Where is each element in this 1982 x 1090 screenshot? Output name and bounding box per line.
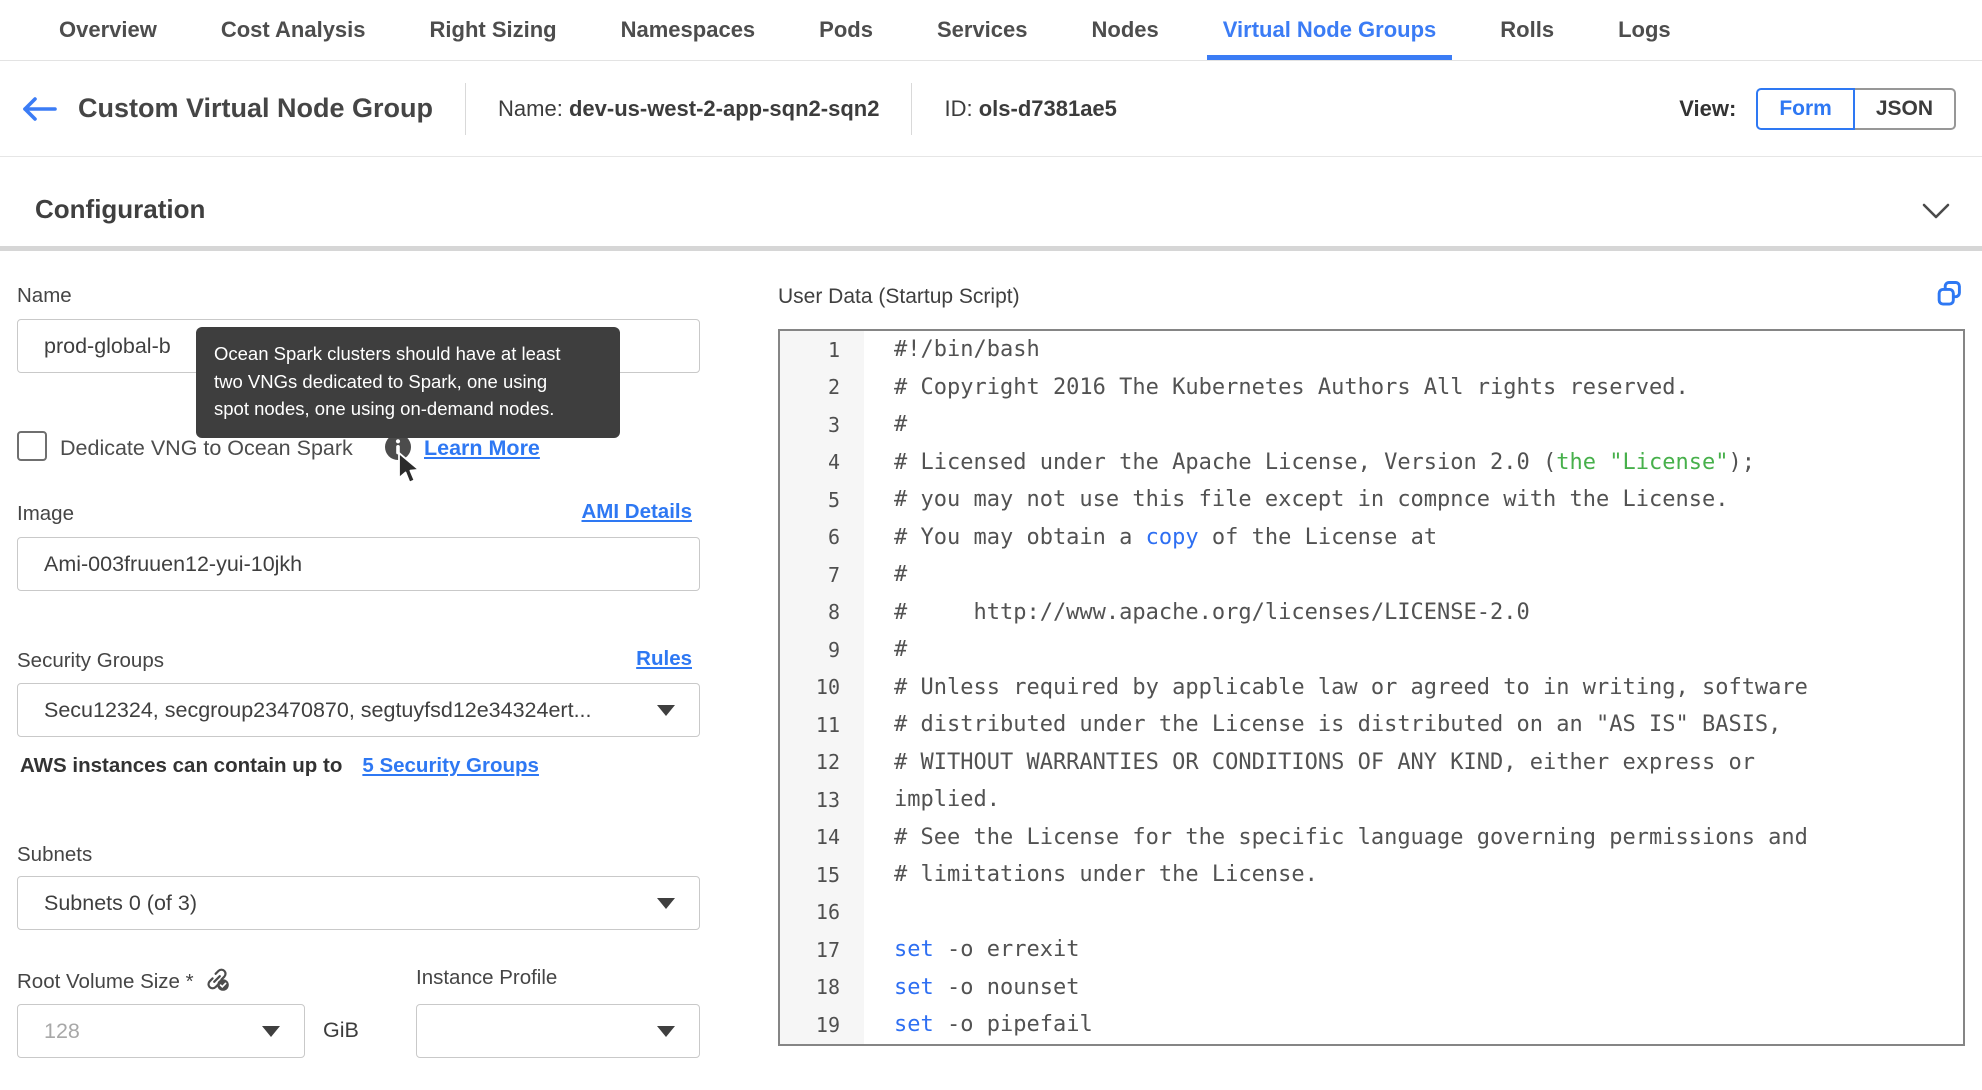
root-volume-unit: GiB	[323, 1018, 359, 1042]
code-text: # See the License for the specific langu…	[894, 824, 1808, 850]
security-groups-value: Secu12324, secgroup23470870, segtuyfsd12…	[44, 697, 592, 722]
code-line: 5 # you may not use this file except in c…	[780, 481, 1963, 519]
line-number: 17	[780, 931, 864, 969]
root-volume-label-row: Root Volume Size *	[17, 966, 230, 997]
instance-profile-select[interactable]	[416, 1004, 700, 1058]
instance-profile-label: Instance Profile	[416, 966, 558, 989]
code-line: 15 # limitations under the License.	[780, 856, 1963, 894]
line-number: 4	[780, 443, 864, 481]
code-line: 7 #	[780, 556, 1963, 594]
caret-down-icon	[657, 1025, 675, 1037]
image-label: Image	[17, 502, 74, 525]
line-number: 8	[780, 593, 864, 631]
line-number: 7	[780, 556, 864, 594]
code-line: 11 # distributed under the License is dis…	[780, 706, 1963, 744]
code-text: #!/bin/bash	[894, 337, 1040, 363]
line-number: 12	[780, 743, 864, 781]
line-number: 3	[780, 406, 864, 444]
line-number: 19	[780, 1006, 864, 1044]
code-line: 8 # http://www.apache.org/licenses/LICENS…	[780, 593, 1963, 631]
code-line: 3 #	[780, 406, 1963, 444]
virtual-node-group-page: Overview Cost Analysis Right Sizing Namespa…	[0, 0, 1982, 1090]
line-number: 9	[780, 631, 864, 669]
ocean-spark-tooltip: Ocean Spark clusters should have at leas…	[196, 327, 620, 438]
code-lines: 1 #!/bin/bash 2 # Copyright 2016 The Kubern…	[780, 331, 1963, 1044]
code-line: 18 set -o nounset	[780, 968, 1963, 1006]
code-text: # http://www.apache.org/licenses/LICENSE…	[894, 599, 1530, 625]
code-line: 16	[780, 893, 1963, 931]
code-line: 17 set -o errexit	[780, 931, 1963, 969]
line-number: 5	[780, 481, 864, 519]
learn-more-link[interactable]: Learn More	[424, 436, 540, 461]
code-line: 2 # Copyright 2016 The Kubernetes Authors…	[780, 368, 1963, 406]
caret-down-icon	[262, 1025, 280, 1037]
line-number: 6	[780, 518, 864, 556]
root-volume-label: Root Volume Size *	[17, 969, 194, 993]
code-line: 19 set -o pipefail	[780, 1006, 1963, 1044]
code-text: # distributed under the License is distr…	[894, 712, 1782, 738]
user-data-editor[interactable]: 1 #!/bin/bash 2 # Copyright 2016 The Kubern…	[778, 329, 1965, 1046]
code-line: 12 # WITHOUT WARRANTIES OR CONDITIONS OF …	[780, 743, 1963, 781]
security-groups-note-text: AWS instances can contain up to	[20, 754, 343, 777]
subnets-select[interactable]: Subnets 0 (of 3)	[17, 876, 700, 930]
code-text: #	[894, 637, 908, 663]
code-text: # limitations under the License.	[894, 862, 1318, 888]
code-text: # Unless required by applicable law or a…	[894, 674, 1808, 700]
line-number: 1	[780, 331, 864, 369]
subnets-value: Subnets 0 (of 3)	[44, 890, 197, 915]
line-number: 11	[780, 706, 864, 744]
security-groups-select[interactable]: Secu12324, secgroup23470870, segtuyfsd12…	[17, 683, 700, 737]
root-volume-size-select[interactable]: 128	[17, 1004, 305, 1058]
link-check-icon	[204, 966, 230, 997]
ami-details-link[interactable]: AMI Details	[582, 500, 693, 524]
user-data-panel: User Data (Startup Script) 1 #!/bin/bash 2…	[778, 0, 1965, 1090]
code-line: 1 #!/bin/bash	[780, 331, 1963, 369]
line-number: 13	[780, 781, 864, 819]
code-text: # Licensed under the Apache License, Ver…	[894, 449, 1755, 475]
copy-icon	[1937, 281, 1961, 306]
copy-button[interactable]	[1936, 280, 1963, 312]
line-number: 15	[780, 856, 864, 894]
tooltip-text: Ocean Spark clusters should have at leas…	[214, 343, 561, 419]
code-text: # Copyright 2016 The Kubernetes Authors …	[894, 374, 1689, 400]
code-line: 4 # Licensed under the Apache License, Ve…	[780, 443, 1963, 481]
rules-link[interactable]: Rules	[636, 647, 692, 671]
user-data-label: User Data (Startup Script)	[778, 285, 1020, 308]
security-groups-note: AWS instances can contain up to 5 Securi…	[20, 754, 539, 778]
subnets-label: Subnets	[17, 843, 93, 866]
code-text: # you may not use this file except in co…	[894, 487, 1729, 513]
info-icon[interactable]	[384, 433, 412, 466]
code-line: 9 #	[780, 631, 1963, 669]
code-line: 14 # See the License for the specific lan…	[780, 818, 1963, 856]
configuration-form: Name Ocean Spark clusters should have at…	[17, 0, 700, 1090]
dedicate-vng-checkbox[interactable]	[17, 431, 47, 461]
code-text: # You may obtain a copy of the License a…	[894, 524, 1438, 550]
caret-down-icon	[657, 704, 675, 716]
security-groups-label: Security Groups	[17, 649, 164, 672]
code-text: implied.	[894, 787, 1000, 813]
line-number: 16	[780, 893, 864, 931]
code-text: set -o errexit	[894, 937, 1080, 963]
five-security-groups-link[interactable]: 5 Security Groups	[362, 754, 539, 778]
code-text: #	[894, 562, 908, 588]
line-number: 10	[780, 668, 864, 706]
image-input[interactable]	[17, 537, 700, 591]
root-volume-size-placeholder: 128	[44, 1018, 80, 1043]
name-label: Name	[17, 284, 72, 307]
view-form-button[interactable]: Form	[1756, 87, 1855, 130]
code-text: set -o nounset	[894, 974, 1080, 1000]
code-line: 13 implied.	[780, 781, 1963, 819]
line-number: 14	[780, 818, 864, 856]
caret-down-icon	[657, 897, 675, 909]
code-text: # WITHOUT WARRANTIES OR CONDITIONS OF AN…	[894, 749, 1755, 775]
dedicate-vng-label: Dedicate VNG to Ocean Spark	[60, 436, 353, 460]
line-number: 2	[780, 368, 864, 406]
code-text: #	[894, 412, 908, 438]
code-line: 10 # Unless required by applicable law or…	[780, 668, 1963, 706]
line-number: 18	[780, 968, 864, 1006]
code-text: set -o pipefail	[894, 1012, 1093, 1038]
code-line: 6 # You may obtain a copy of the License …	[780, 518, 1963, 556]
